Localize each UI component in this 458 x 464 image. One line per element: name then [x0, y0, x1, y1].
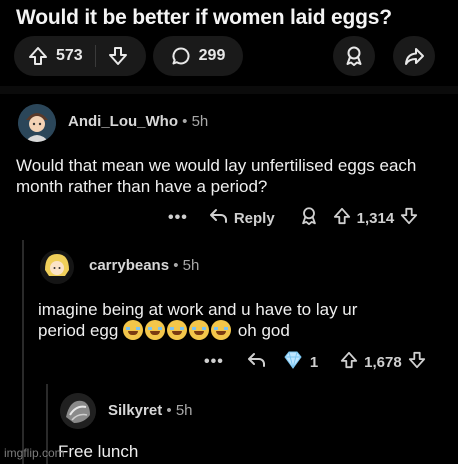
award-badge[interactable]: 1	[282, 351, 318, 373]
comment-body: Free lunch	[58, 442, 139, 461]
crying-emoji	[123, 320, 144, 340]
thread-line	[22, 240, 24, 464]
avatar[interactable]	[18, 104, 56, 142]
downvote-arrow-icon[interactable]	[408, 351, 426, 373]
comment-actions: ••• 1 1,678	[204, 351, 426, 373]
comment-bubble-icon	[171, 46, 191, 66]
crying-emoji	[211, 320, 232, 340]
post-separator	[0, 86, 458, 94]
upvote-arrow-icon[interactable]	[333, 207, 351, 229]
more-dots-icon[interactable]: •••	[204, 353, 224, 371]
username-text[interactable]: Silkyret	[108, 402, 162, 419]
reply-arrow-icon	[208, 207, 228, 229]
comment-age: 5h	[191, 113, 209, 130]
avatar[interactable]	[40, 250, 74, 284]
downvote-arrow-icon[interactable]	[400, 207, 418, 229]
crying-emoji	[145, 320, 166, 340]
vote-controls: 1,314	[333, 207, 419, 229]
share-icon	[403, 45, 425, 67]
meta-separator: •	[182, 113, 188, 130]
comment-author[interactable]: Silkyret • 5h	[108, 402, 193, 419]
award-icon[interactable]	[299, 206, 319, 230]
reply-label: Reply	[233, 209, 275, 227]
award-count: 1	[309, 353, 319, 371]
username-text[interactable]: carrybeans	[89, 257, 169, 274]
watermark: imgflip.com	[4, 446, 65, 460]
share-button[interactable]	[393, 36, 435, 76]
award-button[interactable]	[333, 36, 375, 76]
comment-count: 299	[198, 47, 226, 64]
upvote-count: 573	[56, 47, 83, 64]
vote-divider	[94, 45, 96, 67]
username-text[interactable]: Andi_Lou_Who	[68, 113, 178, 130]
comment-author[interactable]: Andi_Lou_Who • 5h	[68, 113, 208, 130]
award-icon	[343, 45, 365, 67]
upvote-arrow-icon[interactable]	[340, 351, 358, 373]
comment-body: Would that mean we would lay unfertilise…	[16, 156, 417, 196]
meta-separator: •	[166, 402, 172, 419]
vote-controls: 1,678	[340, 351, 426, 373]
comment-age: 5h	[175, 402, 193, 419]
crying-emoji	[189, 320, 210, 340]
comment-text-end: oh god	[237, 321, 290, 340]
comment-score: 1,314	[356, 209, 395, 227]
reply-arrow-icon[interactable]	[246, 351, 266, 373]
more-dots-icon[interactable]: •••	[168, 209, 188, 227]
post-title: Would it be better if women laid eggs?	[16, 6, 392, 29]
comment-actions: ••• Reply 1,314	[168, 206, 418, 230]
comments-button[interactable]: 299	[153, 36, 243, 76]
vote-pill: 573	[14, 36, 146, 76]
diamond-award-icon	[282, 351, 304, 373]
meta-separator: •	[173, 257, 179, 274]
comment-body: imagine being at work and u have to lay …	[38, 299, 358, 341]
reply-button[interactable]: Reply	[208, 207, 275, 229]
downvote-arrow-icon[interactable]	[108, 46, 128, 66]
crying-emoji	[167, 320, 188, 340]
avatar[interactable]	[60, 393, 96, 429]
comment-score: 1,678	[364, 353, 402, 371]
upvote-arrow-icon[interactable]	[28, 46, 48, 66]
comment-author[interactable]: carrybeans • 5h	[89, 257, 199, 274]
comment-age: 5h	[182, 257, 200, 274]
